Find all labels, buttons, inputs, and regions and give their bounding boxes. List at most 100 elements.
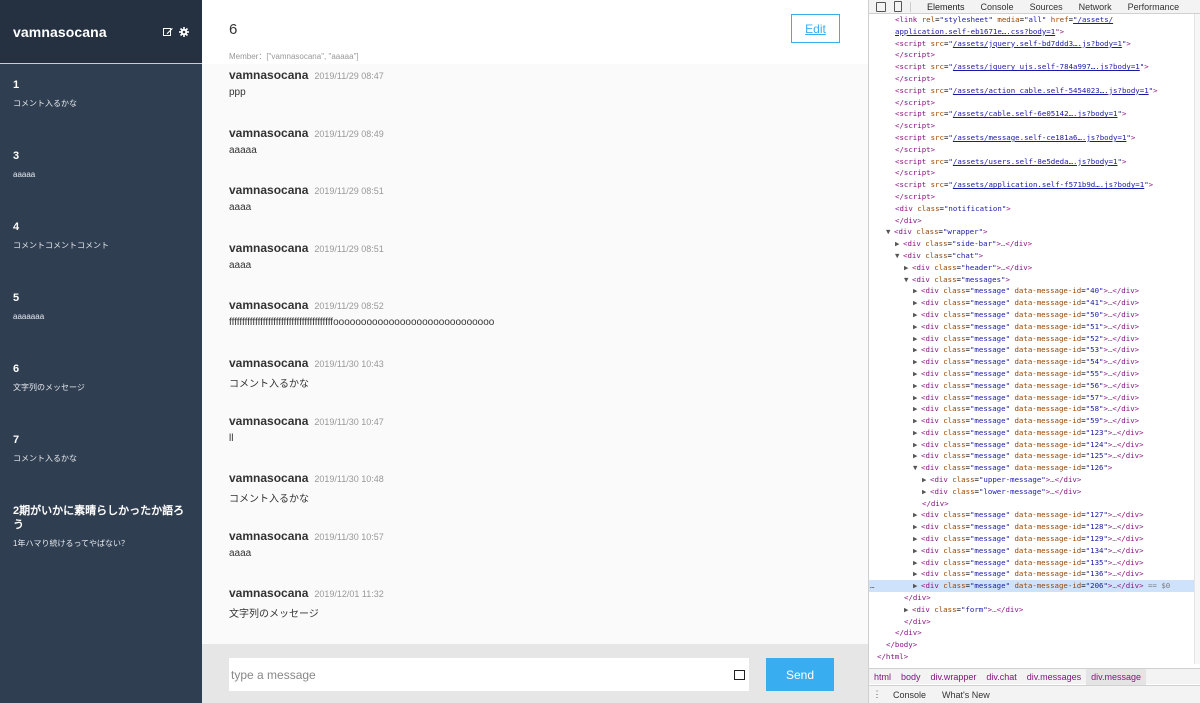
dom-node[interactable]: </div>: [869, 498, 1194, 510]
dom-node[interactable]: </script>: [869, 167, 1194, 179]
dom-node[interactable]: <link rel="stylesheet" media="all" href=…: [869, 14, 1194, 26]
room-name: 6: [229, 21, 238, 38]
dom-node[interactable]: <script src="/assets/jquery_ujs.self-784…: [869, 61, 1194, 73]
dom-node[interactable]: ▶ <div class="message" data-message-id="4…: [869, 285, 1194, 297]
dom-node[interactable]: <script src="/assets/application.self-f5…: [869, 179, 1194, 191]
group-item[interactable]: 7 コメント入るかな: [0, 433, 202, 504]
dom-node[interactable]: <script src="/assets/message.self-ce181a…: [869, 132, 1194, 144]
devtools-tab-console[interactable]: Console: [973, 2, 1022, 12]
breadcrumb-item[interactable]: html: [869, 669, 896, 685]
dom-node[interactable]: <div class="notification">: [869, 203, 1194, 215]
dom-node[interactable]: </div>: [869, 616, 1194, 628]
dom-node[interactable]: ▶ <div class="side-bar">…</div>: [869, 238, 1194, 250]
message-date: 2019/11/30 10:43: [314, 359, 384, 369]
dom-node[interactable]: </div>: [869, 215, 1194, 227]
breadcrumb-item[interactable]: div.chat: [981, 669, 1021, 685]
message-user-name: vamnasocana: [229, 586, 309, 601]
dom-node[interactable]: ▶ <div class="message" data-message-id="5…: [869, 415, 1194, 427]
group-item[interactable]: 1 コメント入るかな: [0, 78, 202, 149]
dom-node[interactable]: ▶ <div class="message" data-message-id="5…: [869, 356, 1194, 368]
dom-node[interactable]: </div>: [869, 592, 1194, 604]
drawer-tab-whats-new[interactable]: What's New: [934, 690, 998, 700]
edit-group-button[interactable]: Edit: [791, 14, 840, 43]
dom-node[interactable]: ▶ <div class="header">…</div>: [869, 262, 1194, 274]
device-toolbar-icon[interactable]: [894, 1, 902, 12]
drawer-tab-console[interactable]: Console: [885, 690, 934, 700]
breadcrumb-item[interactable]: div.wrapper: [926, 669, 982, 685]
dom-node[interactable]: </script>: [869, 144, 1194, 156]
dom-node[interactable]: </script>: [869, 73, 1194, 85]
breadcrumb-item[interactable]: body: [896, 669, 926, 685]
group-item[interactable]: 4 コメントコメントコメント: [0, 220, 202, 291]
dom-node[interactable]: ▶ <div class="form">…</div>: [869, 604, 1194, 616]
current-user-name: vamnasocana: [13, 23, 107, 40]
devtools-tab-sources[interactable]: Sources: [1022, 2, 1071, 12]
send-button[interactable]: Send: [766, 658, 834, 691]
dom-tree[interactable]: <link rel="stylesheet" media="all" href=…: [869, 14, 1194, 664]
group-name: 4: [13, 221, 20, 233]
message-text: ll: [229, 432, 234, 444]
devtools-tab-elements[interactable]: Elements: [910, 1, 973, 12]
devtools-tab-network[interactable]: Network: [1071, 2, 1120, 12]
dom-node[interactable]: </script>: [869, 49, 1194, 61]
breadcrumb-item[interactable]: div.messages: [1022, 669, 1086, 685]
dom-node[interactable]: ▼ <div class="wrapper">: [869, 226, 1194, 238]
message-user-name: vamnasocana: [229, 528, 309, 543]
group-last-message: 1年ハマり続けるってやばない？: [13, 539, 130, 548]
dom-node[interactable]: ▶ <div class="message" data-message-id="1…: [869, 521, 1194, 533]
devtools-tab-performance[interactable]: Performance: [1120, 2, 1188, 12]
group-item[interactable]: 6 文字列のメッセージ: [0, 362, 202, 433]
dom-node[interactable]: </body>: [869, 639, 1194, 651]
dom-node[interactable]: application.self-eb1671e….css?body=1">: [869, 26, 1194, 38]
dom-node[interactable]: ▶ <div class="message" data-message-id="5…: [869, 309, 1194, 321]
group-name: 6: [13, 363, 20, 375]
image-upload-icon[interactable]: [734, 669, 745, 680]
dom-node[interactable]: ▼ <div class="message" data-message-id="1…: [869, 462, 1194, 474]
dom-node[interactable]: </div>: [869, 627, 1194, 639]
dom-node[interactable]: <script src="/assets/action_cable.self-5…: [869, 85, 1194, 97]
dom-node[interactable]: ▶ <div class="message" data-message-id="5…: [869, 368, 1194, 380]
dom-node[interactable]: </script>: [869, 191, 1194, 203]
dom-node[interactable]: </html>: [869, 651, 1194, 663]
dom-node[interactable]: ▶ <div class="message" data-message-id="5…: [869, 333, 1194, 345]
breadcrumb-item[interactable]: div.message: [1086, 668, 1146, 685]
dom-node[interactable]: ▶ <div class="message" data-message-id="1…: [869, 427, 1194, 439]
group-item[interactable]: 3 aaaaa: [0, 149, 202, 220]
dom-node[interactable]: ▶ <div class="message" data-message-id="5…: [869, 321, 1194, 333]
dom-node[interactable]: ▶ <div class="message" data-message-id="1…: [869, 450, 1194, 462]
dom-node[interactable]: ▶ <div class="message" data-message-id="1…: [869, 439, 1194, 451]
group-name: 2期がいかに素晴らしかったか語ろう: [13, 505, 185, 531]
dom-node-selected[interactable]: … ▶ <div class="message" data-message-id="…: [869, 580, 1194, 593]
inspect-element-icon[interactable]: [876, 1, 886, 12]
dom-node[interactable]: ▼ <div class="chat">: [869, 250, 1194, 262]
dom-node[interactable]: ▼ <div class="messages">: [869, 274, 1194, 286]
dom-node[interactable]: ▶ <div class="message" data-message-id="4…: [869, 297, 1194, 309]
dom-node[interactable]: <script src="/assets/jquery.self-bd7ddd3…: [869, 38, 1194, 50]
dom-node[interactable]: ▶ <div class="message" data-message-id="5…: [869, 344, 1194, 356]
dom-node[interactable]: ▶ <div class="message" data-message-id="1…: [869, 509, 1194, 521]
dom-node[interactable]: </script>: [869, 120, 1194, 132]
dom-node[interactable]: ▶ <div class="message" data-message-id="1…: [869, 557, 1194, 569]
dom-node[interactable]: ▶ <div class="message" data-message-id="1…: [869, 545, 1194, 557]
dom-node[interactable]: <script src="/assets/users.self-8e5deda……: [869, 156, 1194, 168]
message-user-name: vamnasocana: [229, 298, 309, 313]
devtools-drawer: ⋮ Console What's New: [869, 685, 1200, 703]
dom-node[interactable]: ▶ <div class="message" data-message-id="1…: [869, 568, 1194, 580]
dom-node[interactable]: ▶ <div class="message" data-message-id="5…: [869, 380, 1194, 392]
dom-node[interactable]: </script>: [869, 97, 1194, 109]
dom-node[interactable]: ▶ <div class="message" data-message-id="5…: [869, 392, 1194, 404]
dom-node[interactable]: ▶ <div class="lower-message">…</div>: [869, 486, 1194, 498]
drawer-menu-icon[interactable]: ⋮: [869, 689, 885, 700]
group-item[interactable]: 5 aaaaaaa: [0, 291, 202, 362]
gear-icon[interactable]: [179, 26, 189, 37]
dom-node[interactable]: ▶ <div class="message" data-message-id="1…: [869, 533, 1194, 545]
edit-icon[interactable]: [163, 27, 173, 37]
dom-tree-scrollbar[interactable]: [1194, 14, 1200, 664]
message-user-name: vamnasocana: [229, 413, 309, 428]
message-list[interactable]: vamnasocana 2019/11/29 08:47 ppp vamnasocan…: [202, 64, 868, 644]
group-item[interactable]: 2期がいかに素晴らしかったか語ろう 1年ハマり続けるってやばない？: [0, 504, 202, 575]
message-input[interactable]: [229, 658, 734, 691]
dom-node[interactable]: ▶ <div class="message" data-message-id="5…: [869, 403, 1194, 415]
dom-node[interactable]: <script src="/assets/cable.self-6e05142……: [869, 108, 1194, 120]
dom-node[interactable]: ▶ <div class="upper-message">…</div>: [869, 474, 1194, 486]
